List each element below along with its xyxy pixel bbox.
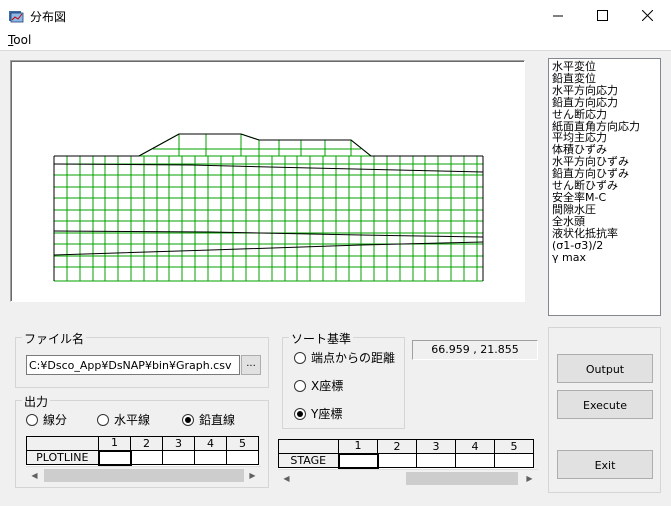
arrow-left-icon[interactable]: ◀ [26,467,43,484]
ground-surface-outline [54,133,483,157]
row-header: STAGE [278,453,339,468]
output-option-horizontal[interactable]: 水平線 [97,411,150,428]
radio-button [294,407,306,420]
plotline-scrollbar[interactable]: ◀ ▶ [26,466,261,483]
browse-button[interactable]: ... [241,355,261,375]
list-item[interactable]: (σ1-σ3)/2 [552,239,660,252]
coordinate-readout: 66.959 , 21.855 [412,340,538,360]
list-item[interactable]: 鉛直方向応力 [552,96,660,109]
exit-button[interactable]: Exit [557,450,653,479]
column-header: 4 [194,436,227,451]
stage-scrollbar[interactable]: ◀ ▶ [278,469,538,486]
list-item[interactable]: 水平方向応力 [552,84,660,97]
menu-bar: Tool [0,31,671,51]
list-item[interactable]: せん断応力 [552,108,660,121]
column-header: 1 [338,439,378,454]
app-icon [9,11,24,23]
column-header: 5 [226,436,259,451]
menu-tool-label: ool [13,33,32,47]
minimize-icon [552,15,563,17]
title-bar: 分布図 [0,0,671,31]
table-cell[interactable] [130,450,163,465]
scroll-thumb[interactable] [44,469,244,482]
close-icon [641,10,653,21]
arrow-right-icon[interactable]: ▶ [244,467,261,484]
radio-label: 端点からの距離 [311,351,396,365]
output-group-label: 出力 [22,393,51,410]
sort-group-label: ソート基準 [289,330,354,347]
sort-option-distance[interactable]: 端点からの距離 [294,349,395,366]
table-cell[interactable] [377,453,417,468]
radio-button [294,379,306,392]
table-corner [26,436,99,451]
plotline-table[interactable]: 1 2 3 4 5 PLOTLINE [26,436,259,466]
close-button[interactable] [624,0,670,31]
arrow-right-icon[interactable]: ▶ [521,470,538,487]
column-header: 5 [494,439,534,454]
minimize-button[interactable] [535,0,581,31]
radio-button [182,413,194,426]
window-title: 分布図 [30,10,67,24]
table-cell[interactable] [337,452,379,469]
radio-label: 鉛直線 [199,413,236,427]
distribution-plot [53,133,484,282]
table-cell[interactable] [97,449,132,466]
scroll-thumb[interactable] [406,472,518,485]
column-header: 3 [416,439,456,454]
list-item[interactable]: 間隙水圧 [552,203,660,216]
stage-table[interactable]: 1 2 3 4 5 STAGE [278,439,534,469]
output-button[interactable]: Output [557,354,653,383]
output-option-vertical[interactable]: 鉛直線 [182,411,235,428]
table-cell[interactable] [226,450,259,465]
menu-tool[interactable]: Tool [8,33,31,47]
plot-type-list[interactable]: 水平変位 鉛直変位 水平方向応力 鉛直方向応力 せん断応力 紙面直角方向応力 平均主応力 体積… [548,58,661,316]
table-cell[interactable] [162,450,195,465]
table-cell[interactable] [194,450,227,465]
list-item[interactable]: 全水頭 [552,215,660,228]
sort-option-y[interactable]: Y座標 [294,405,342,422]
file-group-label: ファイル名 [22,330,87,347]
file-path-input[interactable]: C:¥Dsco_App¥DsNAP¥bin¥Graph.csv [26,355,240,375]
list-item[interactable]: 液状化抵抗率 [552,227,660,240]
table-corner [278,439,339,454]
radio-label: 水平線 [114,413,151,427]
list-item[interactable]: γ max [552,251,660,264]
radio-label: 線分 [43,413,68,427]
row-header: PLOTLINE [26,450,99,465]
column-header: 2 [130,436,163,451]
radio-button [294,351,306,364]
table-cell[interactable] [494,453,534,468]
table-cell[interactable] [455,453,495,468]
arrow-left-icon[interactable]: ◀ [278,470,295,487]
sort-option-x[interactable]: X座標 [294,377,343,394]
column-header: 2 [377,439,417,454]
radio-button [97,413,109,426]
radio-label: Y座標 [311,407,343,421]
output-option-line-segment[interactable]: 線分 [26,411,67,428]
column-header: 3 [162,436,195,451]
table-cell[interactable] [416,453,456,468]
maximize-icon [596,10,608,21]
column-header: 4 [455,439,495,454]
plot-canvas[interactable] [10,60,525,302]
radio-button [26,413,38,426]
radio-label: X座標 [311,379,344,393]
execute-button[interactable]: Execute [557,390,653,419]
maximize-button[interactable] [579,0,625,31]
column-header: 1 [98,436,131,451]
